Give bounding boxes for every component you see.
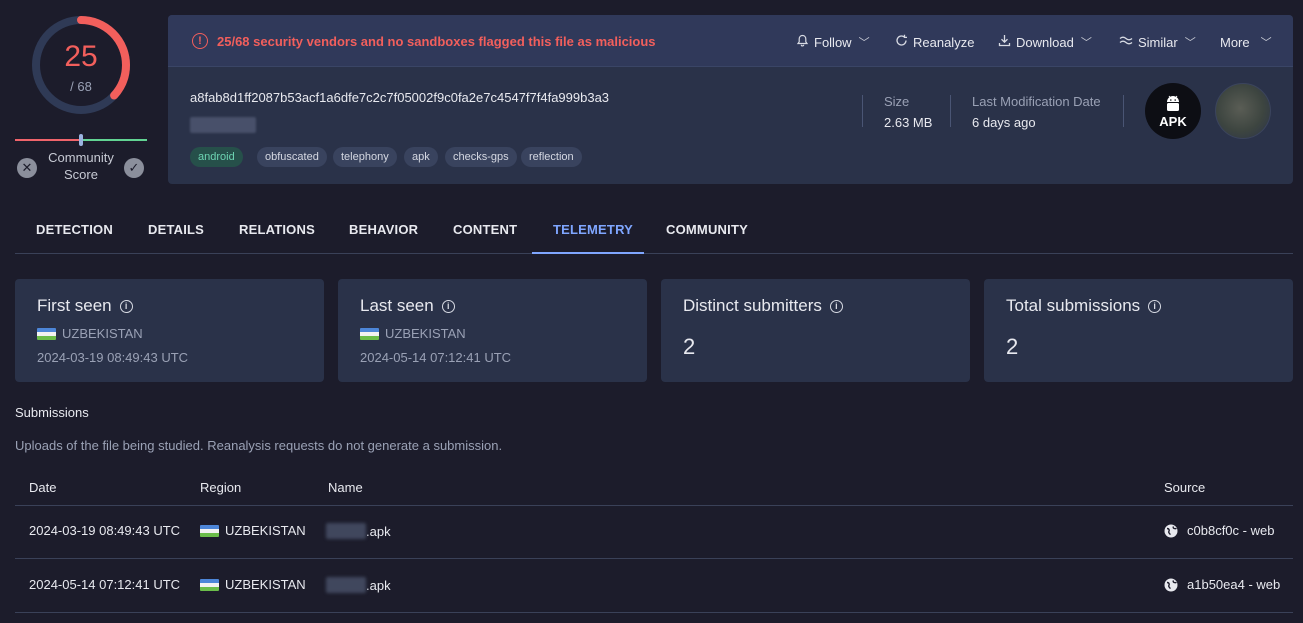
detection-count: 25 (64, 40, 98, 73)
divider (1123, 95, 1124, 127)
chevron-down-icon: ﹀ (858, 37, 870, 49)
globe-icon (1164, 578, 1178, 591)
total-submissions-title: Total submissions i (1006, 296, 1162, 316)
table-row-name: .apk (326, 577, 391, 593)
android-robot-icon (1167, 95, 1179, 111)
alert-icon: ! (192, 33, 208, 49)
file-name-redacted (326, 577, 366, 593)
last-modification-label: Last Modification Date (972, 94, 1101, 109)
reanalyze-button[interactable]: Reanalyze (895, 34, 974, 50)
download-icon (998, 34, 1011, 50)
table-row-date: 2024-05-14 07:12:41 UTC (29, 577, 181, 592)
tag-obfuscated[interactable]: obfuscated (257, 147, 327, 167)
total-submissions-value: 2 (1006, 334, 1019, 359)
table-row-name: .apk (326, 523, 391, 539)
more-button[interactable]: More ﹀ (1220, 34, 1272, 50)
size-label: Size (884, 94, 910, 109)
last-seen-date: 2024-05-14 07:12:41 UTC (360, 350, 512, 365)
submissions-title: Submissions (15, 405, 89, 420)
table-divider (15, 505, 1293, 506)
uzbekistan-flag-icon (200, 578, 219, 591)
size-value: 2.63 MB (884, 115, 933, 130)
tab-content[interactable]: CONTENT (453, 222, 517, 237)
tab-community[interactable]: COMMUNITY (666, 222, 748, 237)
info-icon[interactable]: i (441, 299, 455, 313)
info-icon[interactable]: i (1148, 299, 1162, 313)
divider (950, 95, 951, 127)
distinct-submitters-value: 2 (683, 334, 696, 359)
distinct-submitters-title: Distinct submitters i (683, 296, 843, 316)
detection-total: / 68 (70, 79, 92, 94)
vote-malicious-icon[interactable]: ✕ (17, 158, 37, 178)
file-type-label: APK (1159, 114, 1187, 129)
tab-telemetry[interactable]: TELEMETRY (553, 222, 633, 237)
table-divider (15, 558, 1293, 559)
tag-telephony[interactable]: telephony (333, 147, 397, 167)
table-row-region: UZBEKISTAN (200, 523, 306, 538)
submissions-description: Uploads of the file being studied. Reana… (15, 438, 503, 453)
first-seen-country: UZBEKISTAN (37, 326, 143, 341)
tag-checks-gps[interactable]: checks-gps (445, 147, 517, 167)
table-row-source[interactable]: a1b50ea4 - web (1164, 577, 1280, 592)
chevron-down-icon: ﹀ (1260, 37, 1272, 49)
column-header-name: Name (328, 480, 363, 495)
uzbekistan-flag-icon (37, 327, 56, 340)
last-modification-value: 6 days ago (972, 115, 1036, 130)
file-hash[interactable]: a8fab8d1ff2087b53acf1a6dfe7c2c7f05002f9c… (190, 90, 609, 105)
vote-harmless-icon[interactable]: ✓ (124, 158, 144, 178)
uzbekistan-flag-icon (360, 327, 379, 340)
info-icon[interactable]: i (119, 299, 133, 313)
similar-button[interactable]: Similar ﹀ (1119, 34, 1196, 50)
chevron-down-icon: ﹀ (1080, 37, 1092, 49)
tab-relations[interactable]: RELATIONS (239, 222, 315, 237)
download-button[interactable]: Download ﹀ (998, 34, 1092, 50)
first-seen-date: 2024-03-19 08:49:43 UTC (37, 350, 189, 365)
community-score-bar (15, 134, 147, 146)
tab-behavior[interactable]: BEHAVIOR (349, 222, 418, 237)
file-type-badge: APK (1145, 83, 1201, 139)
tab-details[interactable]: DETAILS (148, 222, 204, 237)
globe-icon (1164, 524, 1178, 537)
bell-icon (796, 34, 809, 50)
refresh-icon (895, 34, 908, 50)
similar-icon (1119, 34, 1133, 50)
chevron-down-icon: ﹀ (1184, 37, 1196, 49)
detection-alert-text: 25/68 security vendors and no sandboxes … (217, 34, 656, 49)
column-header-region: Region (200, 480, 242, 495)
table-divider (15, 612, 1293, 613)
tag-android[interactable]: android (190, 147, 243, 167)
uzbekistan-flag-icon (200, 524, 219, 537)
follow-button[interactable]: Follow ﹀ (796, 34, 870, 50)
last-seen-title: Last seen i (360, 296, 455, 316)
first-seen-title: First seen i (37, 296, 133, 316)
last-seen-country: UZBEKISTAN (360, 326, 466, 341)
file-name-redacted (326, 523, 366, 539)
table-row-source[interactable]: c0b8cf0c - web (1164, 523, 1274, 538)
file-thumbnail (1215, 83, 1271, 139)
active-tab-indicator (532, 252, 644, 254)
community-score-label: Community Score (48, 150, 114, 182)
tab-detection[interactable]: DETECTION (36, 222, 113, 237)
tag-apk[interactable]: apk (404, 147, 438, 167)
file-name-redacted (190, 117, 256, 133)
distinct-submitters-card (661, 279, 970, 382)
total-submissions-card (984, 279, 1293, 382)
info-icon[interactable]: i (829, 299, 843, 313)
table-row-date: 2024-03-19 08:49:43 UTC (29, 523, 181, 538)
tag-reflection[interactable]: reflection (521, 147, 582, 167)
column-header-source: Source (1164, 480, 1206, 495)
divider (862, 95, 863, 127)
table-row-region: UZBEKISTAN (200, 577, 306, 592)
column-header-date: Date (29, 480, 57, 495)
tabs-divider (15, 253, 1293, 254)
